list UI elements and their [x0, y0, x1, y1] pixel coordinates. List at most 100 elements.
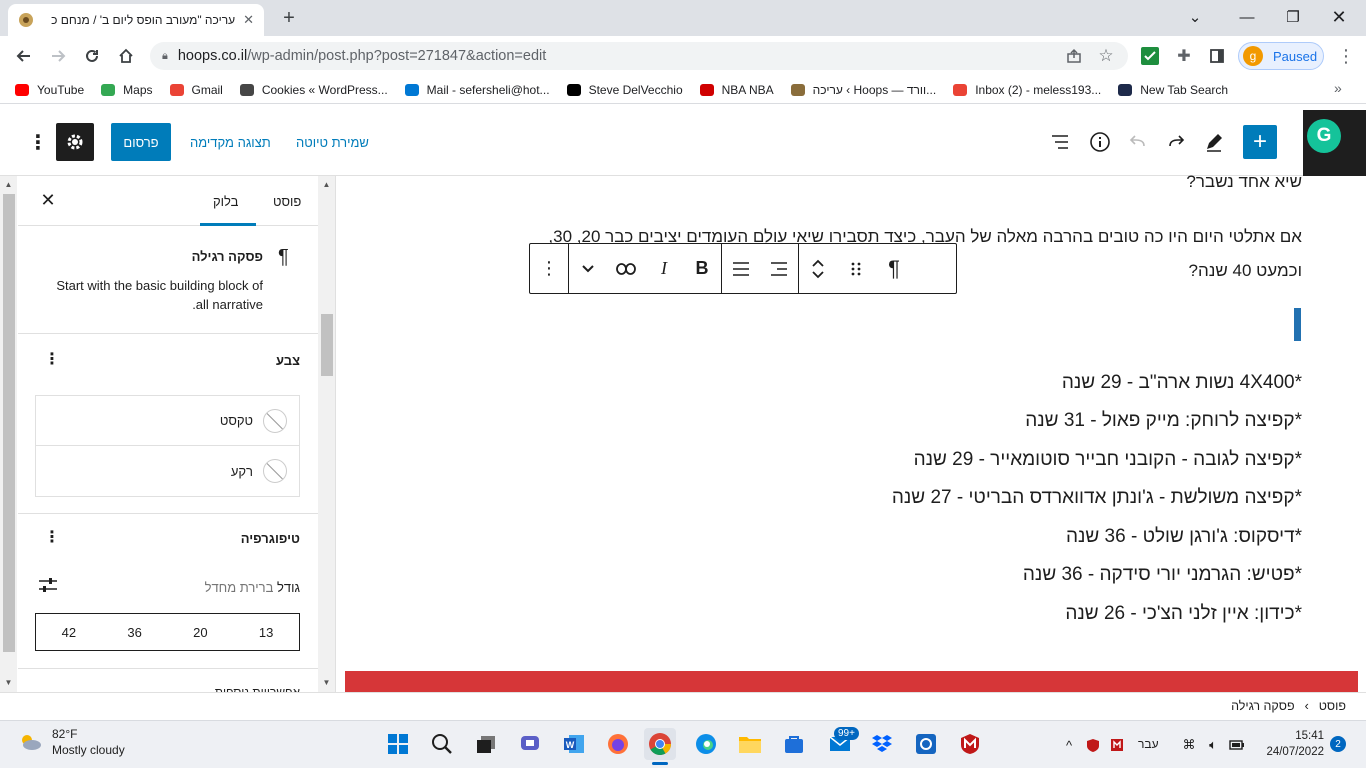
grammarly-icon[interactable]: G — [1307, 119, 1341, 153]
tools-pencil-icon[interactable] — [1200, 128, 1228, 156]
list-item[interactable]: *קפיצה לגובה - הקובני חבייר סוטומאייר - … — [914, 449, 1302, 471]
bookmark-item[interactable]: Cookies « WordPress... — [239, 82, 388, 98]
sidebar-scroll-thumb-left[interactable] — [3, 194, 15, 652]
list-view-icon[interactable] — [1046, 128, 1074, 156]
tab-post[interactable]: פוסט — [273, 176, 301, 226]
sidebar-scrollbar-right[interactable] — [318, 176, 335, 692]
share-icon[interactable] — [1062, 44, 1086, 68]
back-button[interactable] — [12, 44, 36, 68]
list-item[interactable]: *כידון: איין זלני הצ'כי - 26 שנה — [1065, 603, 1302, 625]
restore-button[interactable]: ❐ — [1270, 0, 1316, 34]
remote-app-icon[interactable] — [910, 728, 942, 760]
bold-icon[interactable]: B — [683, 244, 721, 293]
search-icon[interactable] — [426, 728, 458, 760]
weather-widget[interactable]: 82°F Mostly cloudy — [18, 726, 125, 758]
typography-options-kebab-icon[interactable]: ⋮ — [44, 527, 60, 547]
align-icon[interactable] — [722, 244, 760, 293]
notification-count-badge[interactable]: 2 — [1330, 736, 1346, 752]
sidebar-scroll-thumb-right[interactable] — [321, 314, 333, 376]
more-options-icon[interactable]: ⋮ — [530, 244, 568, 293]
bookmark-item[interactable]: Steve DelVecchio — [566, 82, 683, 98]
more-bookmarks-icon[interactable]: » — [1334, 80, 1342, 96]
move-up-down-icon[interactable] — [799, 244, 837, 293]
font-size-option[interactable]: 42 — [36, 614, 102, 650]
tab-block[interactable]: בלוק — [213, 176, 238, 226]
dropbox-icon[interactable] — [866, 728, 898, 760]
close-window-button[interactable]: ✕ — [1316, 0, 1362, 34]
paragraph-block-type-icon[interactable]: ¶ — [875, 244, 913, 293]
bookmark-item[interactable]: NBA NBA — [699, 82, 774, 98]
scroll-up-arrow-icon[interactable]: ▲ — [0, 180, 17, 189]
teams-chat-icon[interactable] — [514, 728, 546, 760]
italic-icon[interactable]: I — [645, 244, 683, 293]
firefox-icon[interactable] — [602, 728, 634, 760]
preview-button[interactable]: תצוגה מקדימה — [190, 123, 271, 161]
scroll-up-arrow-icon[interactable]: ▲ — [318, 180, 335, 189]
bookmark-item[interactable]: New Tab Search — [1117, 82, 1228, 98]
breadcrumb-post[interactable]: פוסט — [1319, 699, 1346, 713]
close-tab-icon[interactable]: ✕ — [243, 12, 254, 28]
bookmark-item[interactable]: Maps — [100, 82, 153, 98]
list-item[interactable]: *דיסקוס: ג'ורגן שולט - 36 שנה — [1066, 526, 1302, 548]
list-item[interactable]: *4X400 נשות ארה"ב - 29 שנה — [1062, 372, 1302, 394]
minimize-button[interactable]: — — [1224, 0, 1270, 34]
list-item[interactable]: *קפיצה לרוחק: מייק פאול - 31 שנה — [1025, 410, 1302, 432]
chrome-icon[interactable] — [644, 728, 676, 760]
store-icon[interactable] — [778, 728, 810, 760]
profile-paused-button[interactable]: g Paused — [1238, 42, 1324, 70]
link-icon[interactable] — [607, 244, 645, 293]
red-banner-block[interactable] — [345, 671, 1358, 692]
bookmark-item[interactable]: Inbox (2) - meless193... — [952, 82, 1101, 98]
lock-icon[interactable]: 🔒︎ — [162, 50, 168, 63]
word-icon[interactable]: W — [558, 728, 590, 760]
reload-button[interactable] — [80, 44, 104, 68]
battery-icon[interactable] — [1228, 736, 1246, 754]
selected-empty-paragraph[interactable] — [1294, 308, 1301, 341]
bookmark-item[interactable]: Mail - sefersheli@hot... — [404, 82, 550, 98]
color-options-kebab-icon[interactable]: ⋮ — [44, 349, 60, 369]
browser-tab[interactable]: ✕ עריכה "מעורב הופס ליום ב' / מנחם כ — [8, 4, 264, 36]
input-language[interactable]: עבר — [1138, 737, 1159, 751]
edge-icon[interactable] — [690, 728, 722, 760]
home-button[interactable] — [114, 44, 138, 68]
tray-overflow-chevron-icon[interactable]: ^ — [1060, 736, 1078, 754]
address-bar[interactable]: 🔒︎ hoops.co.il/wp-admin/post.php?post=27… — [150, 42, 1128, 70]
paragraph-block[interactable]: שיא אחד נשבר? — [1186, 172, 1302, 194]
system-clock[interactable]: 15:41 24/07/2022 — [1254, 728, 1324, 760]
list-item[interactable]: *פטיש: הגרמני יורי סידקה - 36 שנה — [1023, 564, 1302, 586]
file-explorer-icon[interactable] — [734, 728, 766, 760]
list-item[interactable]: *קפיצה משולשת - ג'ונתן אדווארדס הבריטי -… — [892, 487, 1302, 509]
info-icon[interactable] — [1086, 128, 1114, 156]
breadcrumb-current[interactable]: פסקה רגילה — [1231, 699, 1294, 713]
align-right-icon[interactable] — [760, 244, 798, 293]
extensions-puzzle-icon[interactable]: ✚ — [1172, 44, 1196, 68]
mcafee-icon[interactable] — [954, 728, 986, 760]
forward-button[interactable] — [46, 44, 70, 68]
bookmark-item[interactable]: YouTube — [14, 82, 84, 98]
start-icon[interactable] — [382, 728, 414, 760]
scroll-down-arrow-icon[interactable]: ▼ — [0, 678, 17, 687]
text-color-option[interactable]: טקסט — [36, 396, 299, 446]
custom-size-sliders-icon[interactable] — [38, 576, 58, 594]
mcafee-tray-icon[interactable] — [1084, 736, 1102, 754]
paragraph-block[interactable]: וכמעט 40 שנה? — [1189, 261, 1302, 281]
new-tab-button[interactable]: + — [278, 7, 300, 29]
task-view-icon[interactable] — [470, 728, 502, 760]
publish-button[interactable]: פרסום — [111, 123, 171, 161]
add-block-button[interactable]: + — [1243, 125, 1277, 159]
save-draft-button[interactable]: שמירת טיוטה — [296, 123, 369, 161]
undo-icon[interactable] — [1124, 128, 1152, 156]
background-color-option[interactable]: רקע — [36, 446, 299, 496]
bookmark-item[interactable]: עריכה ‹ Hoops — וורד... — [790, 82, 936, 98]
settings-gear-button[interactable] — [56, 123, 94, 161]
font-size-option[interactable]: 36 — [102, 614, 168, 650]
bookmark-item[interactable]: Gmail — [169, 82, 223, 98]
side-panel-icon[interactable] — [1205, 44, 1229, 68]
more-formats-chevron-icon[interactable] — [569, 244, 607, 293]
antivirus-tray-icon[interactable] — [1108, 736, 1126, 754]
network-icon[interactable]: ⌘ — [1180, 736, 1198, 754]
extension-check-icon[interactable] — [1138, 44, 1162, 68]
redo-icon[interactable] — [1162, 128, 1190, 156]
drag-handle-icon[interactable] — [837, 244, 875, 293]
close-sidebar-icon[interactable]: ✕ — [38, 190, 58, 210]
